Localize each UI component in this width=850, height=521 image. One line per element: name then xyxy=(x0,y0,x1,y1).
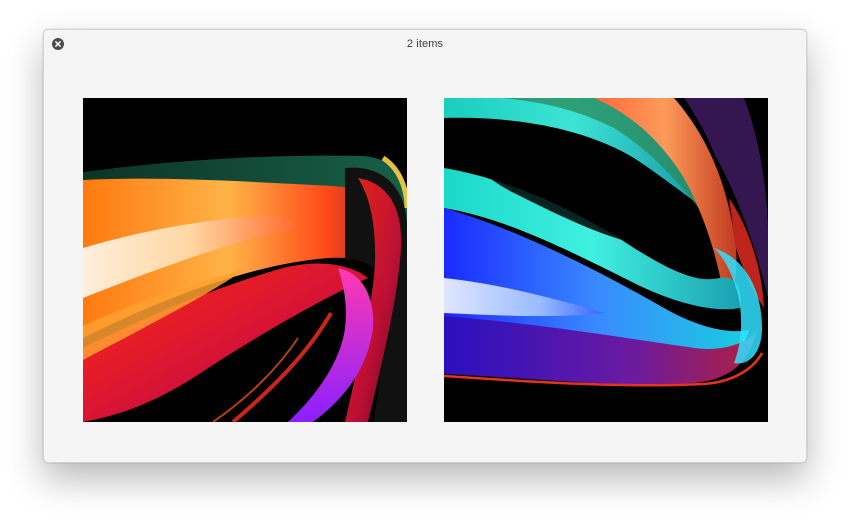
quick-look-window: 2 items xyxy=(43,29,807,463)
image-thumbnail-1[interactable] xyxy=(83,98,407,422)
titlebar[interactable]: 2 items xyxy=(44,30,806,58)
image-thumbnail-2[interactable] xyxy=(444,98,768,422)
window-title: 2 items xyxy=(406,38,444,50)
abstract-wallpaper-cool-image xyxy=(444,98,768,422)
abstract-wallpaper-warm-image xyxy=(83,98,407,422)
